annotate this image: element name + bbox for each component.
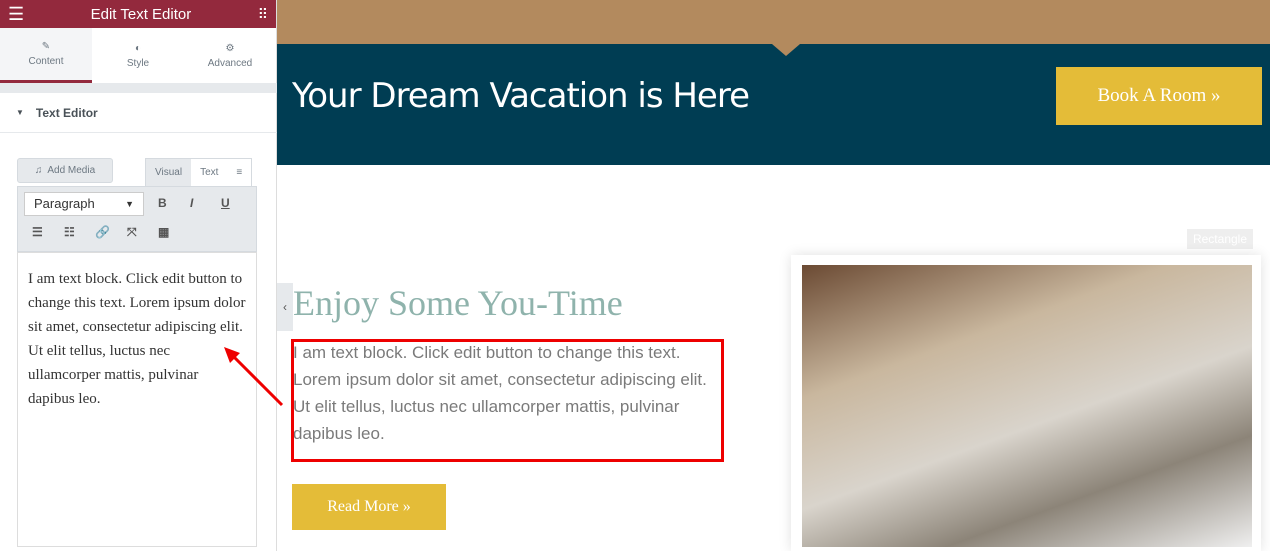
grid-icon[interactable]: ⠿ — [258, 6, 268, 23]
banner-title: Your Dream Vacation is Here — [292, 76, 750, 116]
link-icon[interactable]: 🔗 — [95, 225, 110, 239]
text-editor-area[interactable]: I am text block. Click edit button to ch… — [17, 252, 257, 547]
format-select[interactable]: Paragraph ▼ — [24, 192, 144, 216]
book-room-button[interactable]: Book A Room » — [1056, 67, 1262, 125]
bullet-list-icon[interactable]: ☰ — [32, 225, 43, 239]
underline-icon[interactable]: U — [221, 196, 230, 210]
editor-panel: ☰ Edit Text Editor ⠿ ✎ Content ◐ Style ⚙ Ad… — [0, 0, 284, 551]
collapse-panel-button[interactable]: ‹ — [277, 283, 293, 331]
hero-image — [277, 0, 1270, 44]
gear-icon: ⚙ — [225, 42, 235, 54]
toolbar-toggle-icon[interactable]: ▦ — [158, 225, 169, 239]
bold-icon[interactable]: B — [158, 196, 167, 210]
rectangle-label: Rectangle — [1187, 229, 1253, 249]
tab-text[interactable]: Text — [191, 159, 228, 186]
hamburger-icon[interactable]: ☰ — [8, 4, 24, 25]
red-highlight-box — [291, 339, 724, 462]
fullscreen-icon[interactable]: ⤧ — [127, 225, 137, 240]
red-arrow-annotation — [224, 347, 284, 407]
cta-banner: Your Dream Vacation is Here Book A Room … — [277, 44, 1270, 165]
bed-pillows-photo — [802, 265, 1252, 547]
half-circle-icon: ◐ — [134, 42, 142, 54]
tab-advanced[interactable]: ⚙ Advanced — [184, 28, 276, 83]
numbered-list-icon[interactable]: ☷ — [64, 225, 75, 239]
tab-visual[interactable]: Visual — [146, 159, 192, 186]
add-media-button[interactable]: ♫ Add Media — [17, 158, 113, 183]
caret-down-icon: ▼ — [16, 108, 24, 117]
dropdown-arrow-icon: ▼ — [125, 199, 134, 209]
divider — [0, 83, 277, 93]
read-more-button[interactable]: Read More » — [292, 484, 446, 530]
media-icon: ♫ — [34, 165, 43, 176]
panel-title: Edit Text Editor — [90, 5, 192, 23]
section-heading: Enjoy Some You-Time — [293, 283, 623, 323]
notch — [772, 44, 800, 56]
image-card — [791, 255, 1261, 551]
tab-content[interactable]: ✎ Content — [0, 28, 92, 83]
editor-toolbar: Paragraph ▼ B I U ☰ ☷ 🔗 ⤧ ▦ — [17, 186, 257, 252]
panel-header: ☰ Edit Text Editor ⠿ — [0, 0, 276, 28]
database-icon[interactable]: ≡ — [227, 159, 252, 186]
section-toggle[interactable]: ▼ Text Editor — [0, 93, 277, 133]
tab-style[interactable]: ◐ Style — [92, 28, 184, 83]
italic-icon[interactable]: I — [190, 196, 193, 210]
pencil-icon: ✎ — [41, 41, 51, 52]
